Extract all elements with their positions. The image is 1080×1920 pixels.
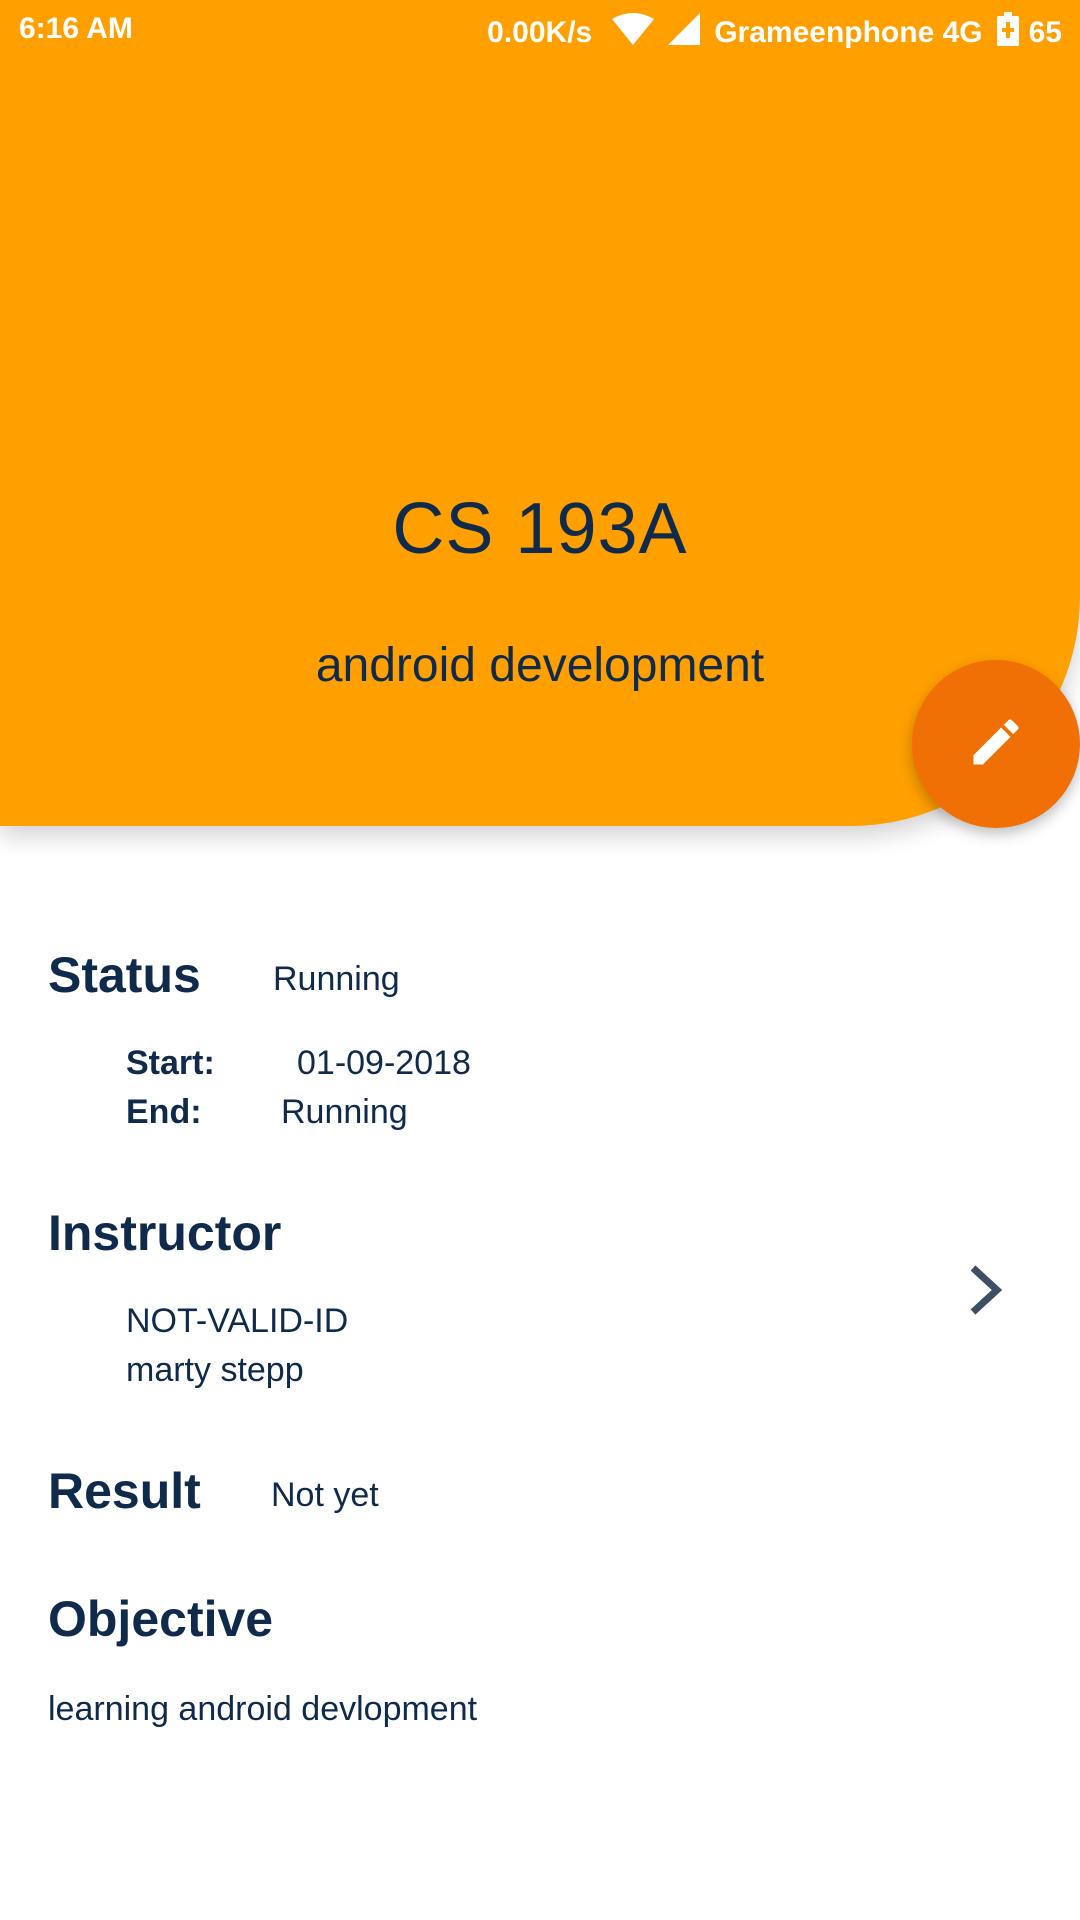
instructor-detail-button[interactable] (955, 1262, 1015, 1322)
instructor-id: NOT-VALID-ID (126, 1302, 349, 1340)
course-code: CS 193A (392, 489, 688, 569)
pencil-icon (966, 712, 1026, 777)
course-name: android development (315, 639, 765, 692)
instructor-name: marty stepp (126, 1351, 304, 1389)
end-label: End: (126, 1093, 202, 1131)
start-label: Start: (126, 1044, 215, 1082)
status-right-group: 0.00K/s Grameenphone 4G 65 (487, 12, 1062, 54)
result-label: Result (48, 1463, 201, 1519)
end-date-value: Running (281, 1093, 408, 1131)
status-bar: 6:16 AM 0.00K/s Grameenphone 4G 65 (0, 0, 1080, 60)
status-time: 6:16 AM (19, 12, 133, 45)
instructor-label: Instructor (48, 1205, 282, 1261)
edit-course-button[interactable] (912, 660, 1080, 828)
battery-level: 65 (1028, 16, 1062, 49)
signal-icon (668, 13, 701, 53)
status-value: Running (273, 960, 400, 998)
objective-value: learning android devlopment (48, 1690, 478, 1728)
chevron-right-icon (965, 1264, 1005, 1321)
network-speed: 0.00K/s (487, 16, 593, 49)
course-header (0, 0, 1080, 826)
result-value: Not yet (271, 1476, 379, 1514)
start-date-value: 01-09-2018 (297, 1044, 471, 1082)
course-detail-screen: 6:16 AM 0.00K/s Grameenphone 4G 65 CS 19… (0, 0, 1080, 1920)
battery-group: 65 (996, 12, 1062, 54)
status-label: Status (48, 947, 201, 1003)
carrier-name: Grameenphone 4G (714, 16, 983, 49)
wifi-icon (612, 13, 655, 53)
battery-charging-icon (996, 12, 1019, 54)
objective-label: Objective (48, 1591, 274, 1647)
